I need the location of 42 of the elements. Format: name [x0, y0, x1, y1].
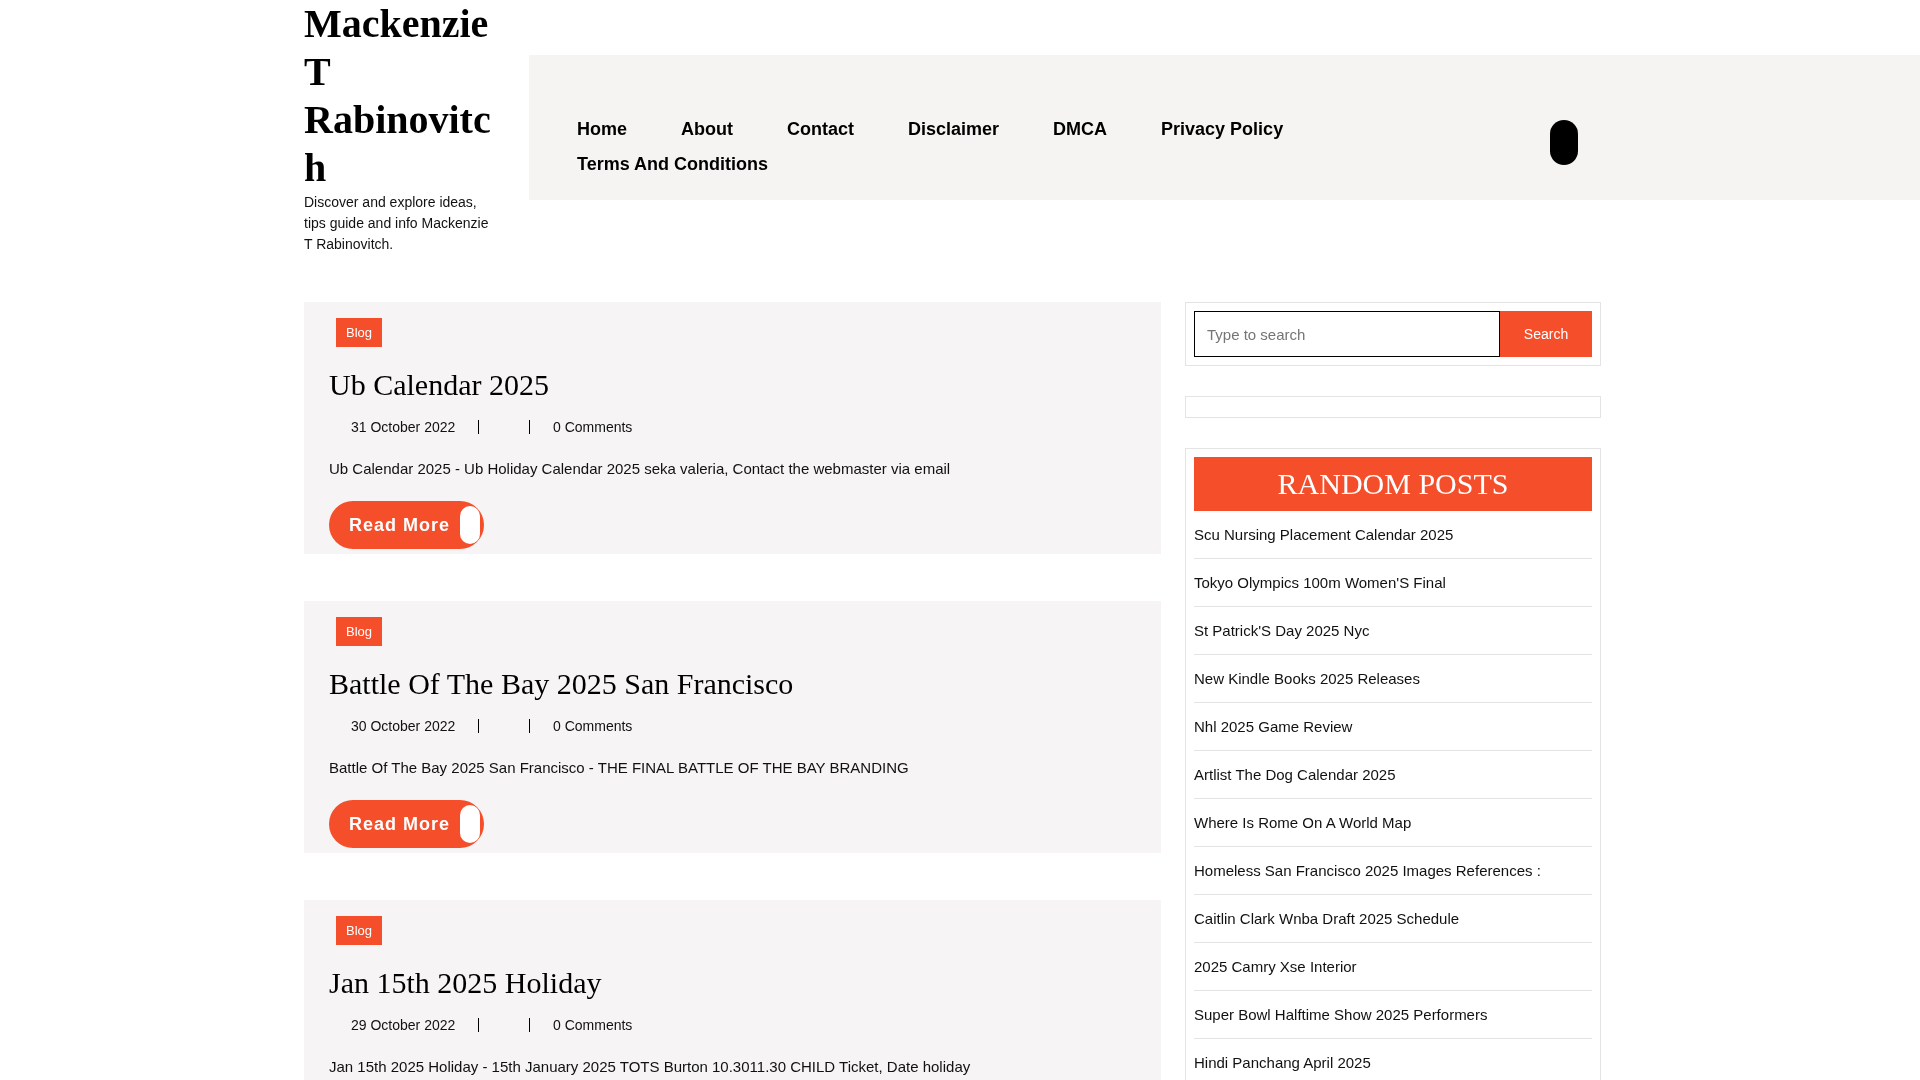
- nav-link[interactable]: Disclaimer: [908, 117, 1000, 141]
- random-post-link[interactable]: New Kindle Books 2025 Releases: [1194, 655, 1592, 703]
- random-post-link[interactable]: Nhl 2025 Game Review: [1194, 703, 1592, 751]
- post-date: 30 October 2022: [351, 718, 457, 734]
- site-tagline: Discover and explore ideas, tips guide and info Mackenzie T Rabinovitch.: [304, 193, 490, 254]
- read-more-button[interactable]: Read More: [329, 800, 485, 848]
- post-excerpt: Jan 15th 2025 Holiday - 15th January 2025 TOTS Burton 10.3011.30 CHILD Ticket, Date holiday: [329, 1058, 972, 1075]
- random-post-link[interactable]: St Patrick'S Day 2025 Nyc: [1194, 607, 1592, 655]
- search-field[interactable]: Type to search: [1194, 311, 1500, 357]
- comment-count[interactable]: 0 Comments: [553, 718, 633, 734]
- random-post-link[interactable]: Super Bowl Halftime Show 2025 Performers: [1194, 991, 1592, 1039]
- nav-link[interactable]: Terms And Conditions: [577, 152, 768, 176]
- post-date: 29 October 2022: [351, 1017, 457, 1033]
- random-post-link[interactable]: Artlist The Dog Calendar 2025: [1194, 751, 1592, 799]
- random-post-link[interactable]: Scu Nursing Placement Calendar 2025: [1194, 511, 1592, 559]
- post-title[interactable]: Jan 15th 2025 Holiday: [329, 965, 1136, 1001]
- random-post-link[interactable]: 2025 Camry Xse Interior: [1194, 943, 1592, 991]
- site-title[interactable]: Mackenzie T Rabinovitch: [304, 0, 496, 192]
- post-excerpt: Ub Calendar 2025 - Ub Holiday Calendar 2025 seka valeria, Contact the webmaster via email: [329, 460, 952, 477]
- search-button[interactable]: Search: [1500, 311, 1592, 357]
- category-tag[interactable]: Blog: [336, 916, 383, 945]
- post-date: 31 October 2022: [351, 419, 457, 435]
- read-more-button[interactable]: Read More: [329, 501, 485, 549]
- nav-link[interactable]: DMCA: [1053, 117, 1108, 141]
- comment-count[interactable]: 0 Comments: [553, 1017, 633, 1033]
- toggle-icon[interactable]: [1550, 120, 1578, 165]
- category-tag[interactable]: Blog: [336, 617, 383, 646]
- random-post-link[interactable]: Tokyo Olympics 100m Women'S Final: [1194, 559, 1592, 607]
- random-post-link[interactable]: Hindi Panchang April 2025: [1194, 1039, 1592, 1080]
- nav-link[interactable]: Privacy Policy: [1161, 117, 1284, 141]
- widget-title: RANDOM POSTS: [1194, 457, 1592, 511]
- post-title[interactable]: Ub Calendar 2025: [329, 367, 1136, 403]
- post-excerpt: Battle Of The Bay 2025 San Francisco - THE FINAL BATTLE OF THE BAY BRANDING: [329, 759, 910, 776]
- random-post-link[interactable]: Where Is Rome On A World Map: [1194, 799, 1592, 847]
- nav-link[interactable]: Home: [577, 117, 627, 141]
- post-title[interactable]: Battle Of The Bay 2025 San Francisco: [329, 666, 1136, 702]
- random-post-link[interactable]: Caitlin Clark Wnba Draft 2025 Schedule: [1194, 895, 1592, 943]
- category-tag[interactable]: Blog: [336, 318, 383, 347]
- nav-link[interactable]: Contact: [787, 117, 854, 141]
- nav-link[interactable]: About: [681, 117, 733, 141]
- random-post-link[interactable]: Homeless San Francisco 2025 Images References :: [1194, 847, 1592, 895]
- comment-count[interactable]: 0 Comments: [553, 419, 633, 435]
